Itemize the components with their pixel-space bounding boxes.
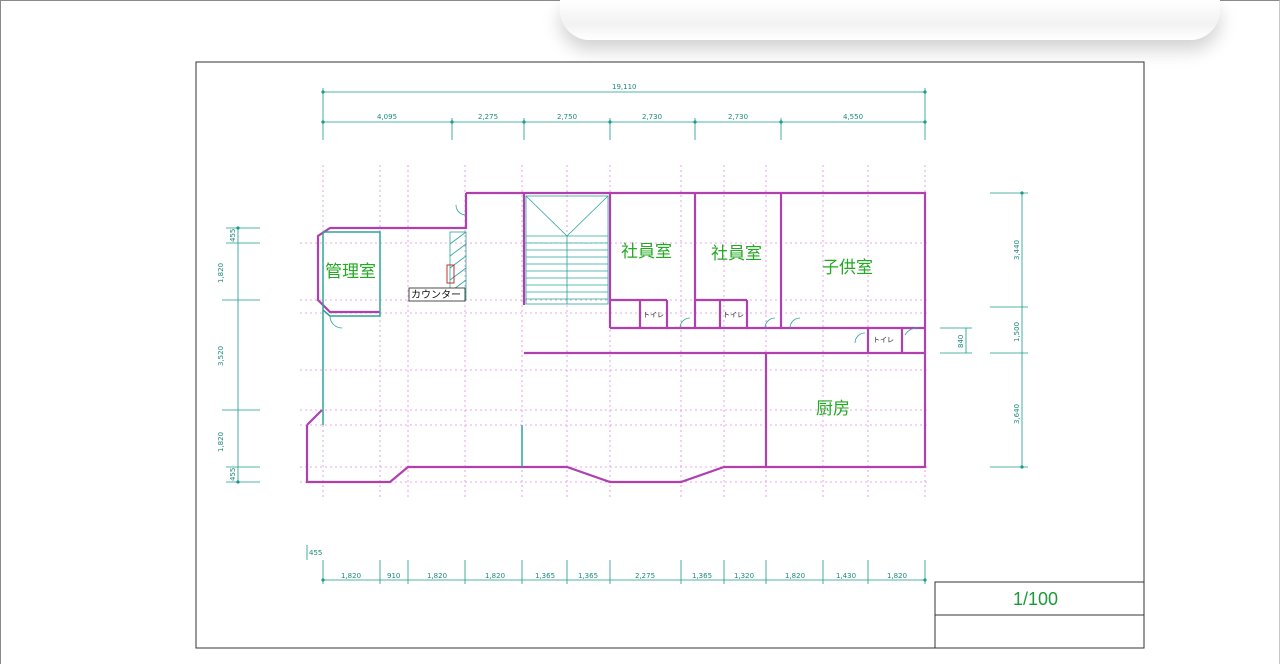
dim-bottom-5: 1,365: [535, 572, 555, 580]
dim-bottom-12: 1,820: [887, 572, 907, 580]
room-label-office: 管理室: [325, 262, 376, 282]
dim-bottom-9: 1,320: [734, 572, 754, 580]
dim-top-1: 4,095: [377, 113, 397, 121]
room-label-toilet-3: トイレ: [873, 336, 894, 344]
drawing-sheet: [195, 61, 1145, 649]
dim-left-5: 455: [229, 468, 237, 481]
dim-top-3: 2,750: [557, 113, 577, 121]
room-label-toilet-2: トイレ: [723, 311, 744, 319]
dim-bottom-4: 1,820: [485, 572, 505, 580]
room-label-staff-2: 社員室: [711, 244, 762, 264]
dim-left-3: 3,520: [217, 346, 225, 366]
dim-right-3: 3,640: [1013, 404, 1021, 424]
dim-bottom-6: 1,365: [578, 572, 598, 580]
counter-label: カウンター: [411, 289, 461, 301]
dim-left-1: 455: [229, 229, 237, 242]
dim-right-1: 3,440: [1013, 240, 1021, 260]
floor-plan-drawing: カウンター 管理室 社員室 社員室 子供室 厨房 トイレ トイレ トイレ 19,…: [195, 61, 1145, 649]
dim-right-small: 840: [957, 335, 965, 348]
dim-top-total: 19,110: [612, 83, 637, 91]
scale-label: 1/100: [1013, 589, 1058, 609]
room-label-staff-1: 社員室: [621, 242, 672, 262]
room-label-kids: 子供室: [822, 258, 873, 278]
dim-bottom-11: 1,430: [836, 572, 856, 580]
dim-bottom-8: 1,365: [692, 572, 712, 580]
dim-bottom-10: 1,820: [785, 572, 805, 580]
dim-left-4: 1,820: [217, 432, 225, 452]
dim-bottom-1: 1,820: [341, 572, 361, 580]
dim-top-4: 2,730: [642, 113, 662, 121]
dim-left-2: 1,820: [217, 263, 225, 283]
dim-right-2: 1,500: [1013, 322, 1021, 342]
dim-bottom-3: 1,820: [427, 572, 447, 580]
room-label-kitchen: 厨房: [816, 399, 850, 419]
dim-bottom-small: 455: [309, 549, 322, 557]
dim-bottom-7: 2,275: [635, 572, 655, 580]
dim-top-2: 2,275: [478, 113, 498, 121]
dim-top-6: 4,550: [843, 113, 863, 121]
dim-bottom-2: 910: [387, 572, 400, 580]
room-label-toilet-1: トイレ: [643, 311, 664, 319]
dim-top-5: 2,730: [728, 113, 748, 121]
